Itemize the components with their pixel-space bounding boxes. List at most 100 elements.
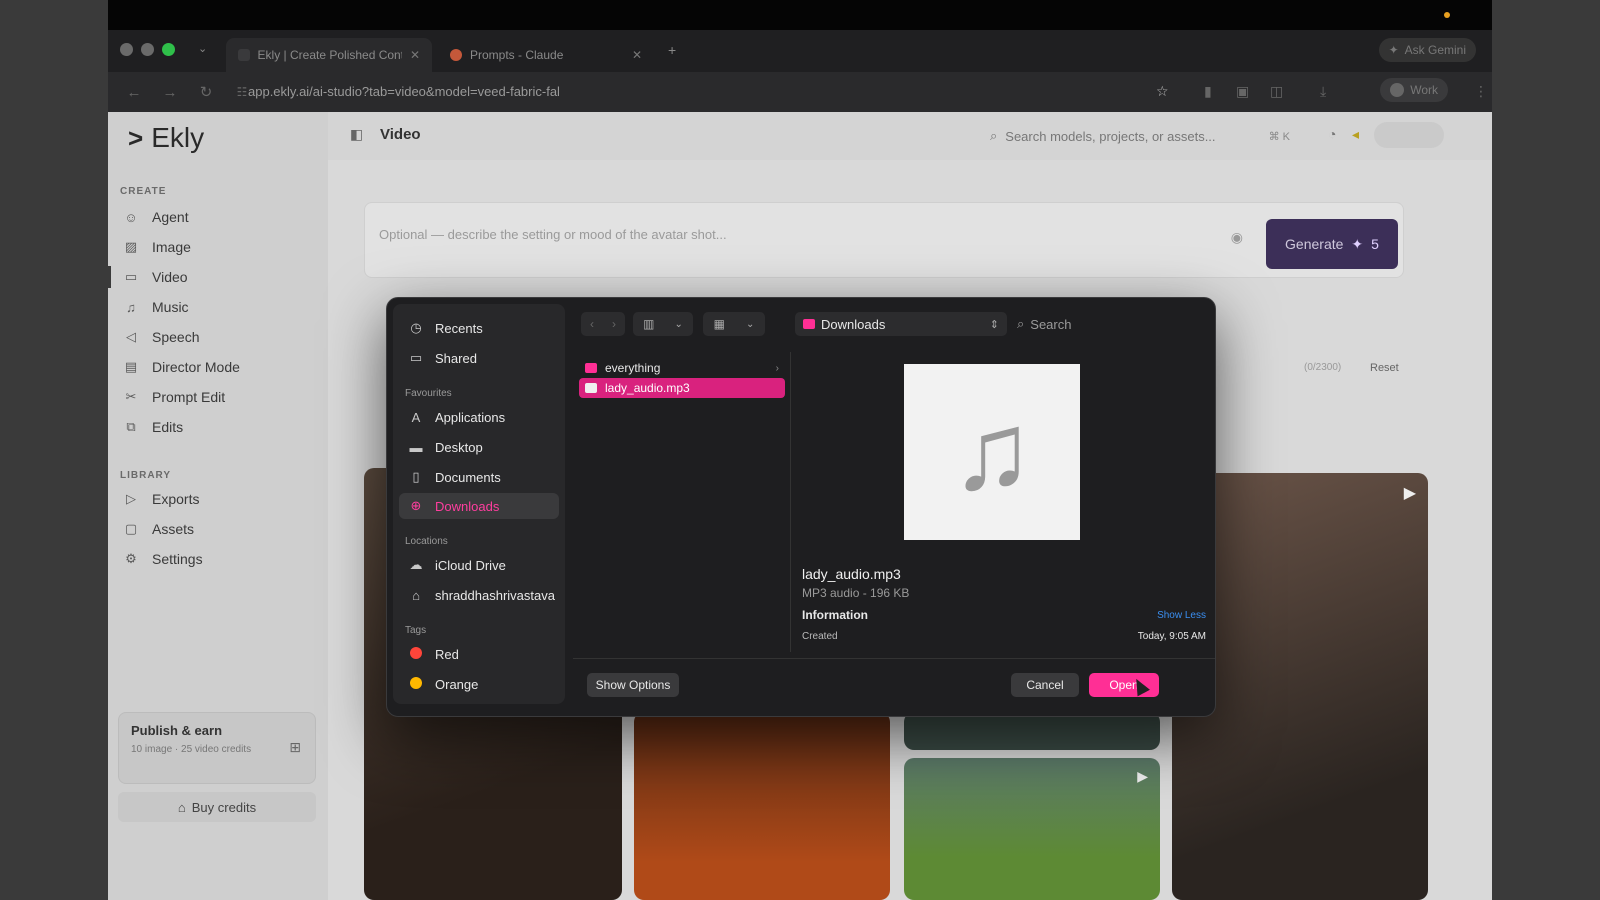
gallery-tile[interactable] bbox=[904, 712, 1160, 750]
desktop-right-margin bbox=[1492, 0, 1600, 900]
dialog-search-field[interactable]: ⌕ Search bbox=[1017, 312, 1197, 336]
play-icon[interactable]: ▶ bbox=[1404, 483, 1416, 503]
sidebar-item-speech[interactable]: ◁ Speech bbox=[122, 324, 199, 350]
scissors-icon: ✂ bbox=[125, 389, 137, 404]
sidebar-item-prompt-edit[interactable]: ✂ Prompt Edit bbox=[122, 384, 226, 410]
sidebar-item-tag-red[interactable]: Red bbox=[407, 641, 459, 667]
sidebar-item-exports[interactable]: ▷ Exports bbox=[122, 486, 199, 512]
page-header: ◧ Video ⌕ Search models, projects, or as… bbox=[328, 112, 1492, 160]
location-label: Downloads bbox=[821, 316, 886, 332]
brand-logo[interactable]: > Ekly bbox=[128, 122, 204, 154]
gallery-tile[interactable]: ▶ bbox=[904, 758, 1160, 900]
notification-bell-icon[interactable]: ◔ bbox=[1328, 126, 1336, 142]
credits-icon[interactable]: ◂ bbox=[1352, 126, 1359, 143]
gallery-tile[interactable] bbox=[634, 712, 890, 900]
buy-credits-button[interactable]: ⌂ Buy credits bbox=[118, 792, 316, 822]
sidebar-item-label: Downloads bbox=[435, 498, 500, 514]
sidebar-item-label: Director Mode bbox=[152, 359, 240, 375]
sidebar-item-director-mode[interactable]: ▤ Director Mode bbox=[122, 354, 240, 380]
cloud-icon: ☁ bbox=[409, 557, 423, 572]
sidebar-item-video[interactable]: ▭ Video bbox=[108, 264, 188, 290]
profile-button[interactable]: Work bbox=[1380, 78, 1448, 102]
speaker-icon: ◁ bbox=[126, 329, 136, 344]
view-mode-button[interactable]: ▥ ⌄ bbox=[633, 312, 693, 336]
sidebar-item-edits[interactable]: ⧉ Edits bbox=[122, 414, 183, 440]
generate-button[interactable]: Generate ✦ 5 bbox=[1266, 219, 1398, 269]
tag-dot-icon bbox=[407, 676, 425, 692]
window-controls bbox=[120, 43, 175, 56]
sidebar-item-documents[interactable]: ▯ Documents bbox=[407, 464, 500, 490]
sidebar-item-image[interactable]: ▨ Image bbox=[122, 234, 191, 260]
back-icon[interactable]: ← bbox=[124, 84, 144, 101]
close-window-button[interactable] bbox=[120, 43, 133, 56]
list-item-folder-everything[interactable]: everything › bbox=[579, 358, 785, 378]
chevron-right-icon: › bbox=[775, 362, 779, 374]
browser-menu-icon[interactable]: ⋮ bbox=[1474, 83, 1488, 100]
cancel-button[interactable]: Cancel bbox=[1011, 673, 1079, 697]
shared-folder-icon: ▭ bbox=[409, 350, 423, 365]
preview-file-name: lady_audio.mp3 bbox=[802, 566, 901, 582]
sidebar-item-label: Assets bbox=[152, 521, 195, 537]
download-icon[interactable]: ⤓ bbox=[1320, 83, 1326, 100]
ask-gemini-button[interactable]: ✦ Ask Gemini bbox=[1378, 38, 1476, 62]
forward-icon[interactable]: → bbox=[160, 84, 180, 101]
location-popup[interactable]: Downloads ⇕ bbox=[795, 312, 1007, 336]
close-tab-icon[interactable]: ✕ bbox=[632, 48, 642, 62]
file-open-dialog: ◷ Recents ▭ Shared Favourites A Application… bbox=[386, 297, 1216, 717]
audio-file-icon bbox=[585, 383, 597, 393]
sidebar-item-home[interactable]: ⌂ shraddhashrivastava bbox=[407, 582, 555, 608]
forward-icon[interactable]: › bbox=[612, 317, 616, 331]
show-less-link[interactable]: Show Less bbox=[1157, 610, 1206, 621]
sidebar-item-label: Exports bbox=[152, 491, 200, 507]
tab-ekly[interactable]: Ekly | Create Polished Conten ✕ bbox=[226, 38, 432, 72]
url-field[interactable]: app.ekly.ai/ai-studio?tab=video&model=ve… bbox=[248, 84, 560, 99]
tab-claude[interactable]: Prompts - Claude ✕ bbox=[438, 38, 654, 72]
reset-button[interactable]: Reset bbox=[1370, 362, 1399, 374]
dialog-footer: Show Options Cancel Open bbox=[573, 658, 1215, 716]
sidebar-item-applications[interactable]: A Applications bbox=[407, 404, 505, 430]
sidebar-item-shared[interactable]: ▭ Shared bbox=[407, 345, 477, 371]
global-search[interactable]: ⌕ Search models, projects, or assets... … bbox=[990, 122, 1290, 150]
sidebar-item-icloud-drive[interactable]: ☁ iCloud Drive bbox=[407, 552, 506, 578]
list-item-file-lady-audio[interactable]: lady_audio.mp3 bbox=[579, 378, 785, 398]
music-icon: ♫ bbox=[126, 299, 136, 315]
prompt-input[interactable]: Optional — describe the setting or mood … bbox=[379, 227, 727, 242]
publish-earn-card[interactable]: Publish & earn 10 image · 25 video credi… bbox=[118, 712, 316, 784]
publish-subtitle: 10 image · 25 video credits bbox=[131, 744, 252, 755]
show-options-button[interactable]: Show Options bbox=[587, 673, 679, 697]
close-tab-icon[interactable]: ✕ bbox=[410, 48, 420, 62]
reload-icon[interactable]: ↻ bbox=[196, 83, 216, 101]
sidebar-item-recents[interactable]: ◷ Recents bbox=[407, 315, 482, 341]
sidebar-item-agent[interactable]: ☺ Agent bbox=[122, 204, 188, 230]
sidebar-item-music[interactable]: ♫ Music bbox=[122, 294, 188, 320]
sidebar-item-settings[interactable]: ⚙ Settings bbox=[122, 546, 202, 572]
sidebar-item-tag-orange[interactable]: Orange bbox=[407, 671, 478, 697]
microphone-icon[interactable]: ◉ bbox=[1231, 229, 1243, 246]
extension-icon[interactable]: ▮ bbox=[1204, 83, 1212, 100]
sidebar-toggle-icon[interactable]: ◧ bbox=[350, 126, 363, 143]
dialog-sidebar: ◷ Recents ▭ Shared Favourites A Application… bbox=[393, 304, 565, 704]
bookmark-star-icon[interactable]: ☆ bbox=[1156, 83, 1169, 100]
columns-view-icon: ▥ bbox=[643, 317, 655, 331]
sidebar-item-downloads[interactable]: ⊕ Downloads bbox=[399, 493, 559, 519]
zoom-window-button[interactable] bbox=[162, 43, 175, 56]
up-down-chevron-icon: ⇕ bbox=[989, 318, 999, 331]
extension-icon[interactable]: ▣ bbox=[1236, 83, 1249, 100]
new-tab-icon[interactable]: + bbox=[668, 42, 676, 58]
tab-list-chevron-icon[interactable]: ⌄ bbox=[198, 42, 207, 55]
ekly-favicon bbox=[238, 49, 250, 61]
prompt-box[interactable]: Optional — describe the setting or mood … bbox=[364, 202, 1404, 278]
publish-title: Publish & earn bbox=[131, 723, 223, 738]
sidebar-item-desktop[interactable]: ▬ Desktop bbox=[407, 434, 483, 460]
back-icon[interactable]: ‹ bbox=[590, 317, 594, 331]
clapper-icon: ▤ bbox=[124, 359, 138, 374]
play-icon[interactable]: ▶ bbox=[1137, 768, 1148, 785]
extensions-puzzle-icon[interactable]: ◫ bbox=[1270, 83, 1283, 100]
sidebar-item-assets[interactable]: ▢ Assets bbox=[122, 516, 194, 542]
account-pill[interactable] bbox=[1374, 122, 1444, 148]
minimize-window-button[interactable] bbox=[141, 43, 154, 56]
desktop-left-margin bbox=[0, 0, 108, 900]
open-button[interactable]: Open bbox=[1089, 673, 1159, 697]
group-by-button[interactable]: ▦ ⌄ bbox=[703, 312, 765, 336]
file-name: lady_audio.mp3 bbox=[605, 381, 690, 395]
